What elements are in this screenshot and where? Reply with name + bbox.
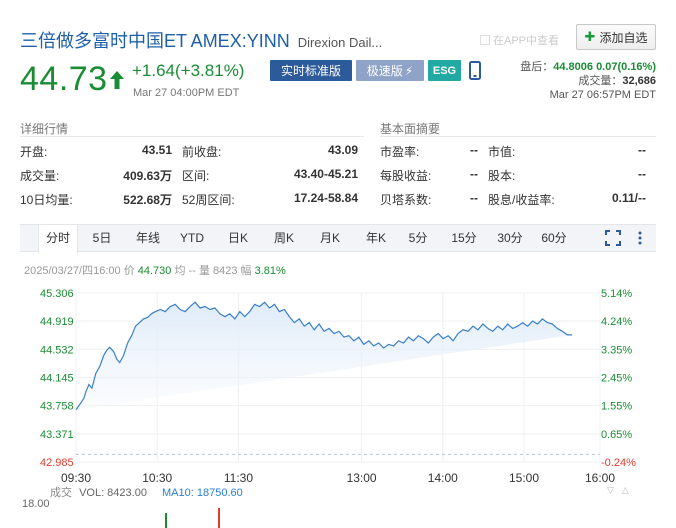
volume-indicator: 成交 VOL: 8423.00 MA10: 18750.60: [50, 487, 243, 499]
pct-tick-label: 0.65%: [601, 429, 632, 441]
chart-scroll-arrows[interactable]: ▽△: [607, 485, 637, 496]
x-tick-label: 10:30: [142, 471, 172, 485]
pct-tick-label: 3.35%: [601, 344, 632, 356]
y-tick-label: 44.145: [40, 373, 74, 385]
x-tick-label: 11:30: [224, 471, 253, 485]
pct-tick-label: 4.24%: [601, 316, 632, 328]
y-tick-label: 43.758: [40, 401, 74, 413]
pct-tick-label: 2.45%: [601, 373, 632, 385]
volume-axis-max: 18.00: [22, 498, 50, 510]
x-tick-label: 09:30: [61, 471, 91, 485]
y-tick-label: 45.306: [40, 288, 74, 300]
pct-tick-label: 1.55%: [601, 401, 632, 413]
y-tick-label: 43.371: [40, 429, 74, 441]
x-tick-label: 16:00: [585, 471, 615, 485]
x-tick-label: 14:00: [428, 471, 458, 485]
x-tick-label: 13:00: [347, 471, 377, 485]
x-tick-label: 15:00: [509, 471, 539, 485]
price-area: [76, 302, 573, 410]
ma10-value: MA10: 18750.60: [162, 487, 243, 499]
volume-bar: [165, 513, 167, 528]
pct-tick-label: -0.24%: [601, 457, 636, 469]
y-tick-label: 44.919: [40, 316, 74, 328]
pct-tick-label: 5.14%: [601, 288, 632, 300]
intraday-chart[interactable]: 45.306 5.14% 44.919 4.24% 44.532 3.35% 44.145 2…: [0, 0, 676, 528]
y-tick-label: 44.532: [40, 344, 74, 356]
y-tick-label: 42.985: [40, 457, 74, 469]
volume-value: VOL: 8423.00: [79, 487, 147, 499]
volume-bar: [218, 508, 220, 528]
